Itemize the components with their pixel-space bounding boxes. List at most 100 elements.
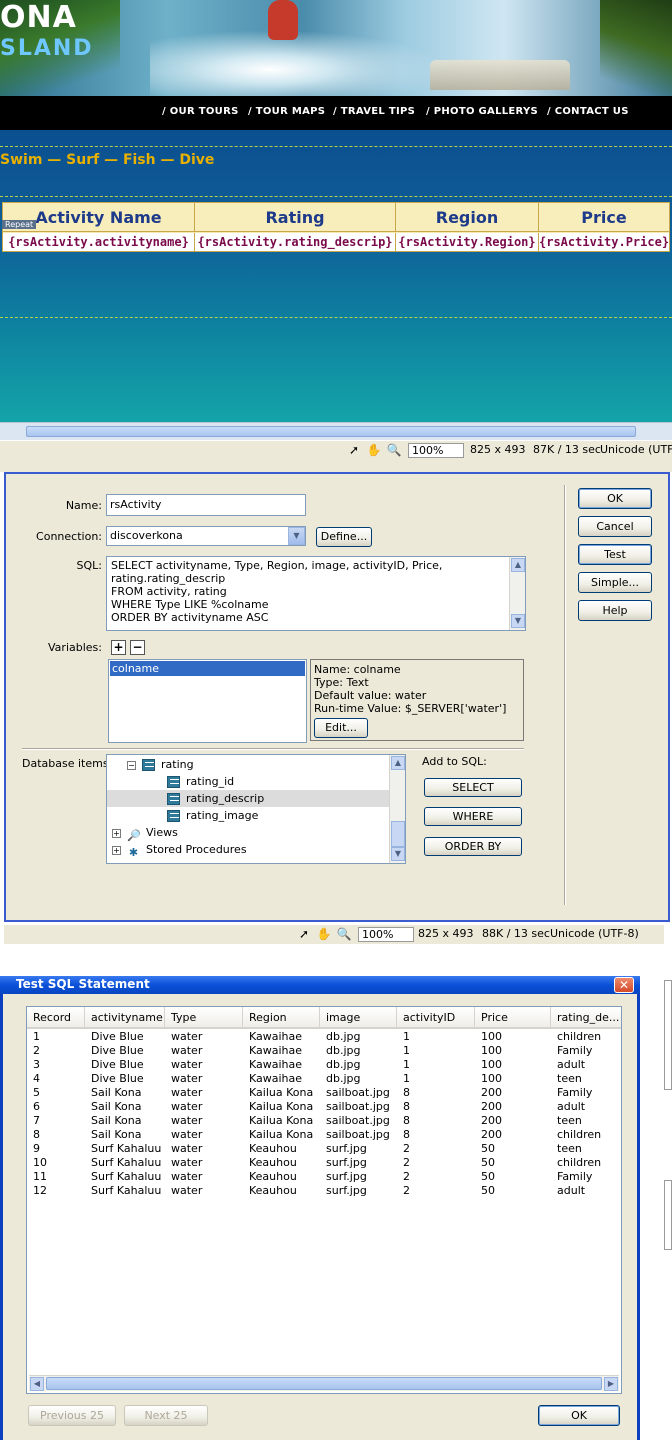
scroll-thumb[interactable] (26, 426, 636, 437)
add-order-by-button[interactable]: ORDER BY (424, 837, 522, 856)
cell-record: 3 (33, 1058, 40, 1071)
tree-node-column[interactable]: rating_image (167, 807, 258, 824)
next-25-button[interactable]: Next 25 (124, 1405, 208, 1426)
expand-icon[interactable]: + (112, 845, 121, 855)
variable-detail: Type: Text (314, 676, 369, 689)
design-hscrollbar[interactable] (0, 422, 672, 440)
sql-textarea[interactable]: SELECT activityname, Type, Region, image… (106, 556, 526, 631)
binding-rating-descrip[interactable]: {rsActivity.rating_descrip} (195, 233, 396, 251)
ok-button[interactable]: OK (578, 488, 652, 509)
add-select-button[interactable]: SELECT (424, 778, 522, 797)
connection-select[interactable]: discoverkona (106, 526, 306, 546)
define-button[interactable]: Define... (316, 527, 372, 547)
pointer-tool-icon[interactable]: ➚ (296, 927, 312, 941)
grid-header-region[interactable]: Region (243, 1007, 320, 1029)
chevron-down-icon[interactable]: ▼ (391, 847, 405, 861)
window-size-select[interactable]: 825 x 493 (418, 927, 474, 940)
nav-photo-gallerys[interactable]: / PHOTO GALLERYS (426, 106, 538, 117)
cell-activityname: Dive Blue (91, 1030, 144, 1043)
grid-header-type[interactable]: Type (165, 1007, 243, 1029)
cell-type: water (171, 1184, 203, 1197)
previous-25-button[interactable]: Previous 25 (28, 1405, 116, 1426)
cell-activityname: Dive Blue (91, 1058, 144, 1071)
grid-header-price[interactable]: Price (475, 1007, 551, 1029)
hand-tool-icon[interactable]: ✋ (366, 443, 382, 457)
chevron-down-icon[interactable]: ▼ (288, 527, 305, 545)
tree-node-views[interactable]: + 🔎 Views (112, 824, 178, 842)
binding-activityname[interactable]: {rsActivity.activityname} (3, 233, 195, 251)
nav-travel-tips[interactable]: / TRAVEL TIPS (333, 106, 415, 117)
zoom-tool-icon[interactable]: 🔍 (386, 443, 402, 457)
cell-activityid: 1 (403, 1072, 410, 1085)
grid-header-activityid[interactable]: activityID (397, 1007, 475, 1029)
nav-our-tours[interactable]: / OUR TOURS (162, 106, 239, 117)
variable-item[interactable]: colname (110, 661, 305, 676)
window-size-select[interactable]: 825 x 493 (470, 443, 526, 456)
binding-region[interactable]: {rsActivity.Region} (396, 233, 539, 251)
cell-image: sailboat.jpg (326, 1128, 390, 1141)
variable-detail: Run-time Value: $_SERVER['water'] (314, 702, 507, 715)
scroll-thumb[interactable] (391, 821, 405, 847)
help-button[interactable]: Help (578, 600, 652, 621)
nav-tour-maps[interactable]: / TOUR MAPS (248, 106, 325, 117)
pointer-tool-icon[interactable]: ➚ (346, 443, 362, 457)
simple-button[interactable]: Simple... (578, 572, 652, 593)
grid-header-record[interactable]: Record (27, 1007, 85, 1029)
add-to-sql-label: Add to SQL: (422, 755, 487, 768)
sql-line: rating.rating_descrip (111, 572, 226, 585)
add-where-button[interactable]: WHERE (424, 807, 522, 826)
grid-header-activityname[interactable]: activityname (85, 1007, 165, 1029)
cell-type: water (171, 1072, 203, 1085)
chevron-right-icon[interactable]: ▶ (604, 1377, 618, 1391)
binding-price[interactable]: {rsActivity.Price} (539, 233, 669, 251)
zoom-tool-icon[interactable]: 🔍 (336, 927, 352, 941)
chevron-up-icon[interactable]: ▲ (391, 756, 405, 770)
cell-rating-descrip: children (557, 1128, 602, 1141)
magnifier-icon: 🔎 (127, 829, 141, 842)
cancel-button[interactable]: Cancel (578, 516, 652, 537)
dialog-title: Test SQL Statement (16, 977, 150, 991)
tree-node-column[interactable]: rating_id (167, 773, 234, 790)
variables-list[interactable]: colname (108, 659, 307, 743)
hand-tool-icon[interactable]: ✋ (316, 927, 332, 941)
grid-header-image[interactable]: image (320, 1007, 397, 1029)
remove-variable-button[interactable]: − (130, 640, 145, 655)
zoom-select[interactable]: 100% (408, 443, 464, 458)
ok-button[interactable]: OK (538, 1405, 620, 1426)
tree-node-procedures[interactable]: + ✱ Stored Procedures (112, 841, 247, 859)
tree-node-rating[interactable]: − rating (127, 756, 194, 773)
close-icon[interactable]: ✕ (614, 977, 634, 993)
grid-hscrollbar[interactable]: ◀ ▶ (29, 1375, 619, 1391)
download-size: 87K / 13 sec (533, 443, 601, 456)
tree-node-column-selected[interactable]: rating_descrip (107, 790, 389, 807)
column-icon (167, 810, 180, 822)
add-variable-button[interactable]: + (111, 640, 126, 655)
cell-region: Kailua Kona (249, 1128, 314, 1141)
expand-icon[interactable]: + (112, 828, 121, 838)
chevron-left-icon[interactable]: ◀ (30, 1377, 44, 1391)
edit-variable-button[interactable]: Edit... (314, 718, 368, 738)
sql-line: FROM activity, rating (111, 585, 227, 598)
recordset-name-input[interactable]: rsActivity (106, 494, 306, 516)
nav-contact-us[interactable]: / CONTACT US (547, 106, 629, 117)
tree-scrollbar[interactable]: ▲ ▼ (389, 755, 405, 863)
test-button[interactable]: Test (578, 544, 652, 565)
collapse-icon[interactable]: − (127, 760, 136, 770)
chevron-up-icon[interactable]: ▲ (511, 558, 525, 572)
cell-type: water (171, 1058, 203, 1071)
cell-rating-descrip: adult (557, 1184, 586, 1197)
cell-activityname: Surf Kahaluu (91, 1184, 162, 1197)
cell-rating-descrip: teen (557, 1072, 582, 1085)
chevron-down-icon[interactable]: ▼ (511, 614, 525, 628)
recordset-table[interactable]: Activity Name Rating Region Price {rsAct… (2, 202, 670, 252)
scroll-thumb[interactable] (46, 1377, 602, 1390)
cell-record: 9 (33, 1142, 40, 1155)
zoom-select[interactable]: 100% (358, 927, 414, 942)
cell-activityid: 8 (403, 1128, 410, 1141)
database-tree[interactable]: − rating rating_id rating_descrip rating_… (106, 754, 406, 864)
results-grid[interactable]: Record activityname Type Region image ac… (26, 1006, 622, 1394)
repeat-region-tag[interactable]: Repeat (2, 220, 37, 229)
grid-header-rating-descrip[interactable]: rating_de... (551, 1007, 621, 1029)
sql-scrollbar[interactable]: ▲ ▼ (509, 557, 525, 630)
tree-node-label: rating_descrip (186, 792, 265, 805)
